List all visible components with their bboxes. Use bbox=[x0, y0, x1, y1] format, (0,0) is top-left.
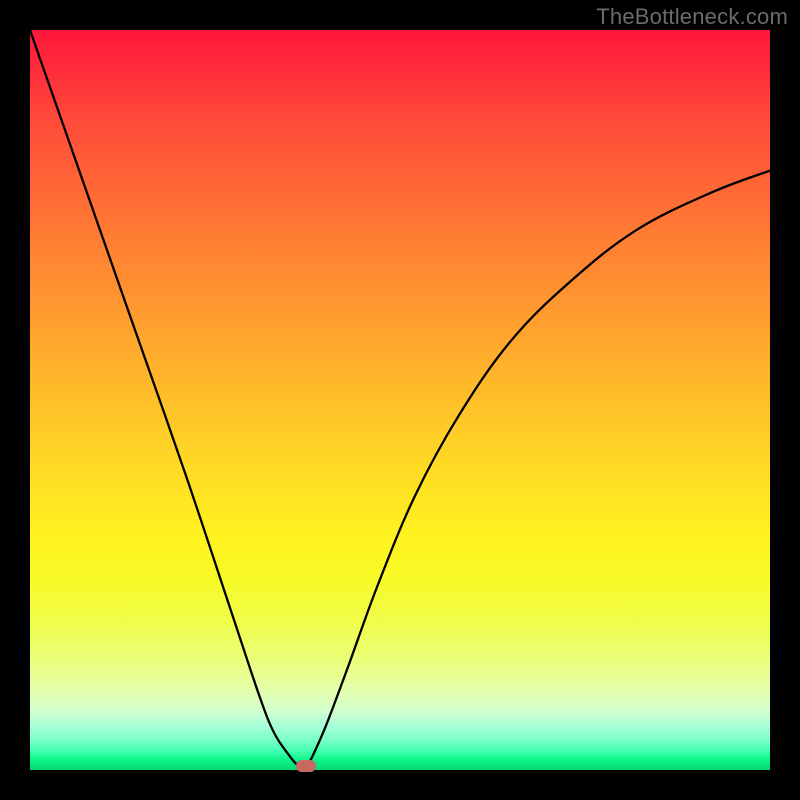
watermark-text: TheBottleneck.com bbox=[596, 4, 788, 30]
chart-plot-area bbox=[30, 30, 770, 770]
bottleneck-curve bbox=[30, 30, 770, 770]
optimum-marker bbox=[296, 760, 316, 772]
